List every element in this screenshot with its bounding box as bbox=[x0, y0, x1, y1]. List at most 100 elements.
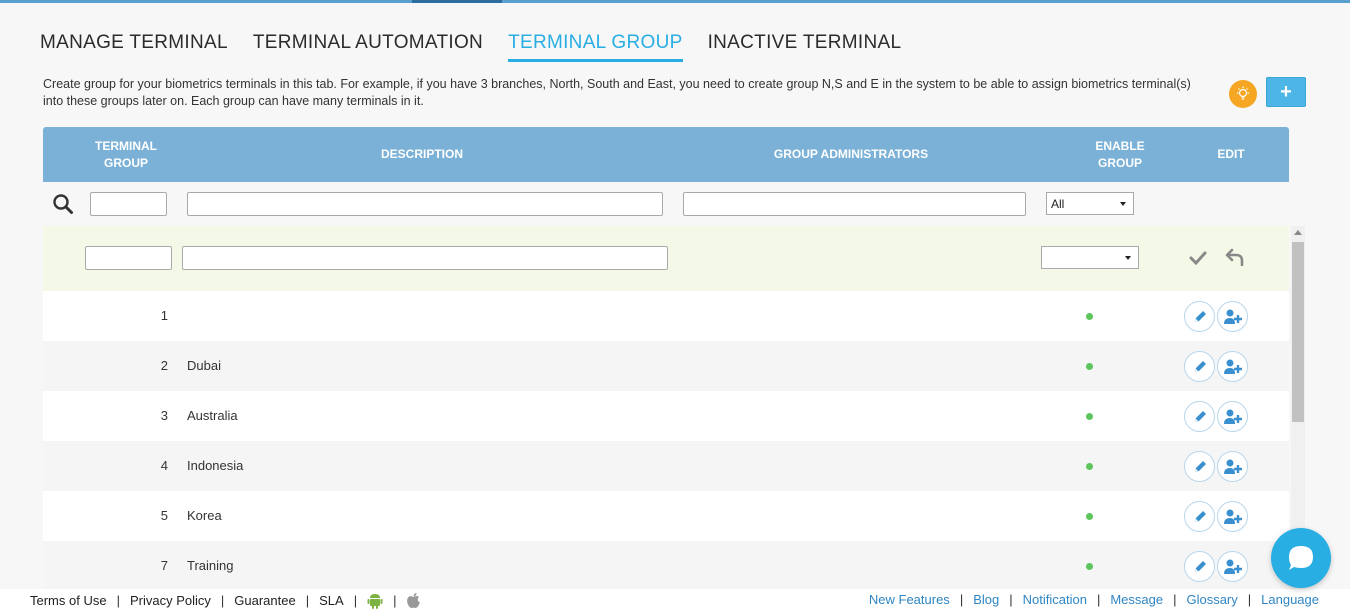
pencil-icon bbox=[1194, 460, 1206, 472]
tab-bar: MANAGE TERMINAL TERMINAL AUTOMATION TERM… bbox=[40, 32, 926, 62]
terms-of-use-link[interactable]: Terms of Use bbox=[30, 593, 107, 608]
add-administrator-button[interactable] bbox=[1217, 401, 1248, 432]
filter-group-administrators-input[interactable] bbox=[683, 192, 1026, 216]
terminal-group-grid: TERMINAL GROUP DESCRIPTION GROUP ADMINIS… bbox=[43, 127, 1289, 182]
undo-icon[interactable] bbox=[1225, 248, 1245, 266]
intro-text: Create group for your biometrics termina… bbox=[43, 77, 1191, 108]
enabled-status-dot bbox=[1086, 563, 1093, 570]
edit-button[interactable] bbox=[1184, 501, 1215, 532]
footer-separator: | bbox=[1096, 592, 1101, 607]
col-terminal-group[interactable]: TERMINAL GROUP bbox=[43, 127, 209, 182]
add-administrator-button[interactable] bbox=[1217, 551, 1248, 582]
footer-separator: | bbox=[1009, 592, 1013, 607]
add-user-icon bbox=[1223, 409, 1242, 424]
blog-link[interactable]: Blog bbox=[973, 592, 999, 607]
android-icon[interactable] bbox=[367, 592, 383, 609]
row-id: 7 bbox=[160, 558, 168, 573]
footer-separator: | bbox=[116, 593, 120, 608]
add-user-icon bbox=[1223, 309, 1242, 324]
add-administrator-button[interactable] bbox=[1217, 301, 1248, 332]
guarantee-link[interactable]: Guarantee bbox=[234, 593, 295, 608]
chat-button[interactable] bbox=[1271, 528, 1331, 588]
filter-description-input[interactable] bbox=[187, 192, 663, 216]
footer-separator: | bbox=[1247, 592, 1252, 607]
row-id: 3 bbox=[160, 408, 168, 423]
new-features-link[interactable]: New Features bbox=[869, 592, 950, 607]
col-edit: EDIT bbox=[1217, 147, 1245, 161]
edit-button[interactable] bbox=[1184, 351, 1215, 382]
add-group-button[interactable]: + bbox=[1266, 77, 1306, 107]
row-description: Training bbox=[187, 558, 234, 573]
add-administrator-button[interactable] bbox=[1217, 351, 1248, 382]
tab-inactive-terminal[interactable]: INACTIVE TERMINAL bbox=[708, 32, 902, 62]
row-id: 1 bbox=[160, 308, 168, 323]
message-link[interactable]: Message bbox=[1110, 592, 1163, 607]
new-group-row bbox=[43, 226, 1289, 291]
filter-terminal-group-input[interactable] bbox=[90, 192, 167, 216]
add-user-icon bbox=[1223, 559, 1242, 574]
add-administrator-button[interactable] bbox=[1217, 501, 1248, 532]
table-row: 3 Australia bbox=[43, 391, 1289, 441]
edit-button[interactable] bbox=[1184, 301, 1215, 332]
add-user-icon bbox=[1223, 359, 1242, 374]
row-description: Australia bbox=[187, 408, 238, 423]
enabled-status-dot bbox=[1086, 413, 1093, 420]
top-accent-marker bbox=[412, 0, 502, 3]
row-id: 2 bbox=[160, 358, 168, 373]
search-icon[interactable] bbox=[52, 193, 74, 215]
new-enable-group-select[interactable] bbox=[1041, 246, 1139, 269]
new-description-input[interactable] bbox=[182, 246, 668, 270]
col-group-administrators[interactable]: GROUP ADMINISTRATORS bbox=[635, 127, 1067, 182]
filter-enable-group-value: All bbox=[1051, 196, 1065, 211]
edit-button[interactable] bbox=[1184, 551, 1215, 582]
row-id: 5 bbox=[160, 508, 168, 523]
pencil-icon bbox=[1194, 310, 1206, 322]
apple-icon[interactable] bbox=[406, 592, 421, 609]
row-description: Indonesia bbox=[187, 458, 244, 473]
sla-link[interactable]: SLA bbox=[319, 593, 344, 608]
add-administrator-button[interactable] bbox=[1217, 451, 1248, 482]
notification-link[interactable]: Notification bbox=[1023, 592, 1087, 607]
footer-separator: | bbox=[353, 593, 358, 608]
filter-row: All bbox=[43, 182, 1289, 226]
table-row: 7 Training bbox=[43, 541, 1289, 591]
enabled-status-dot bbox=[1086, 513, 1093, 520]
filter-enable-group-select[interactable]: All bbox=[1046, 192, 1134, 215]
footer-right-links: New Features | Blog | Notification | Mes… bbox=[869, 592, 1319, 607]
enabled-status-dot bbox=[1086, 313, 1093, 320]
tab-manage-terminal[interactable]: MANAGE TERMINAL bbox=[40, 32, 228, 62]
pencil-icon bbox=[1194, 360, 1206, 372]
enabled-status-dot bbox=[1086, 463, 1093, 470]
footer-separator: | bbox=[959, 592, 964, 607]
table-row: 2 Dubai bbox=[43, 341, 1289, 391]
add-user-icon bbox=[1223, 509, 1242, 524]
row-description: Dubai bbox=[187, 358, 221, 373]
new-terminal-group-input[interactable] bbox=[85, 246, 172, 270]
col-enable-group[interactable]: ENABLE GROUP bbox=[1067, 127, 1173, 182]
footer-separator: | bbox=[220, 593, 225, 608]
lightbulb-icon[interactable] bbox=[1229, 80, 1257, 108]
col-description[interactable]: DESCRIPTION bbox=[209, 127, 635, 182]
footer-separator: | bbox=[393, 593, 397, 608]
language-link[interactable]: Language bbox=[1261, 592, 1319, 607]
chevron-down-icon bbox=[1120, 202, 1126, 206]
table-row: 5 Korea bbox=[43, 491, 1289, 541]
enabled-status-dot bbox=[1086, 363, 1093, 370]
footer-separator: | bbox=[1173, 592, 1177, 607]
chat-bubble-icon bbox=[1289, 546, 1313, 570]
scrollbar-thumb[interactable] bbox=[1292, 242, 1304, 422]
privacy-policy-link[interactable]: Privacy Policy bbox=[130, 593, 211, 608]
edit-button[interactable] bbox=[1184, 401, 1215, 432]
edit-button[interactable] bbox=[1184, 451, 1215, 482]
add-user-icon bbox=[1223, 459, 1242, 474]
table-row: 1 bbox=[43, 291, 1289, 341]
grid-header: TERMINAL GROUP DESCRIPTION GROUP ADMINIS… bbox=[43, 127, 1289, 182]
pencil-icon bbox=[1194, 410, 1206, 422]
glossary-link[interactable]: Glossary bbox=[1186, 592, 1237, 607]
tab-terminal-automation[interactable]: TERMINAL AUTOMATION bbox=[253, 32, 483, 62]
check-icon[interactable] bbox=[1189, 250, 1207, 266]
tab-terminal-group[interactable]: TERMINAL GROUP bbox=[508, 32, 683, 62]
scroll-up-icon[interactable] bbox=[1294, 230, 1302, 235]
grid-body: 1 2 Dubai 3 Australia 4 Indonesia 5 Kore… bbox=[43, 226, 1289, 591]
footer-separator: | bbox=[305, 593, 310, 608]
